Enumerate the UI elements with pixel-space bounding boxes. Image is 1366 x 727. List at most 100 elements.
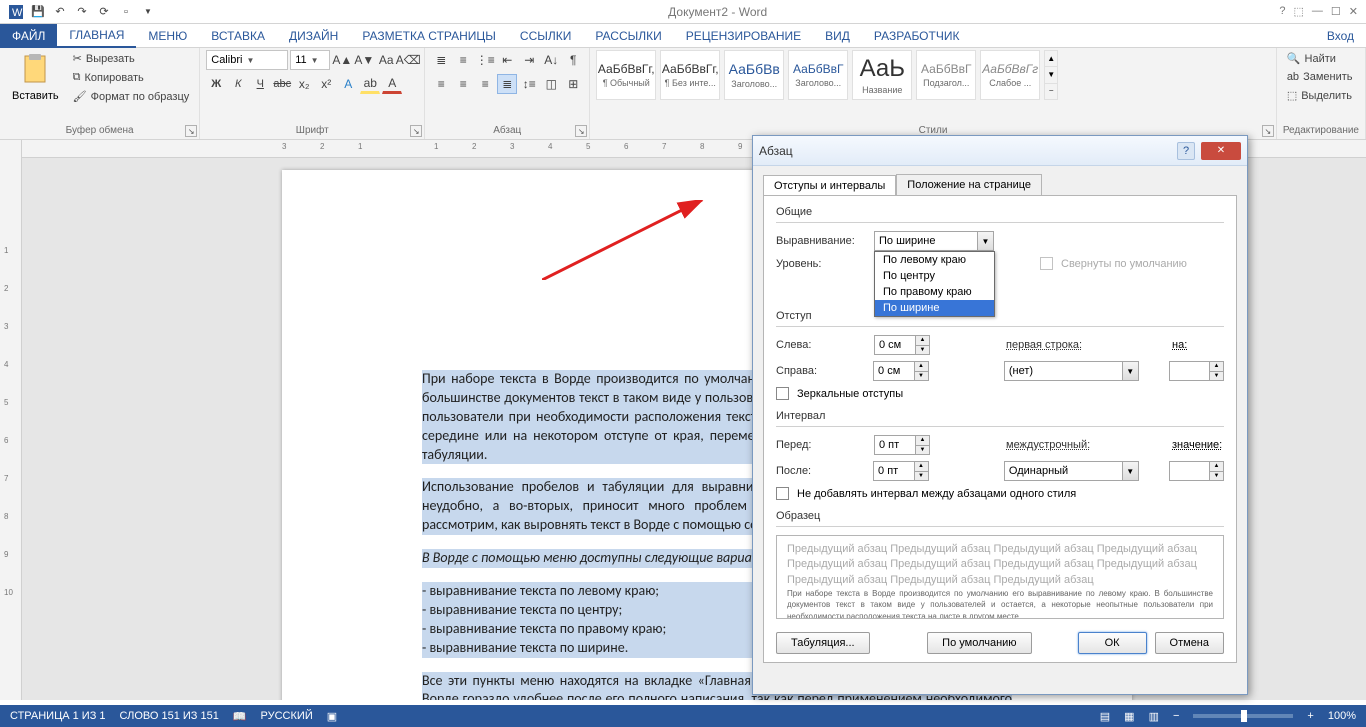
tab-view[interactable]: ВИД [813, 24, 862, 48]
tab-file[interactable]: ФАЙЛ [0, 24, 57, 48]
change-case-button[interactable]: Aa [376, 50, 396, 70]
line-spacing-button[interactable]: ↕≡ [519, 74, 539, 94]
style-5[interactable]: АаБбВвГПодзагол... [916, 50, 976, 100]
firstline-select[interactable]: (нет)▼ [1004, 361, 1139, 381]
superscript-button[interactable]: x² [316, 74, 336, 94]
ribbon-toggle-icon[interactable]: ⬚ [1294, 5, 1304, 18]
cut-button[interactable]: ✂Вырезать [69, 50, 194, 67]
proofing-icon[interactable]: 📖 [233, 710, 247, 723]
mirror-checkbox[interactable] [776, 387, 789, 400]
maximize-icon[interactable]: ☐ [1331, 5, 1341, 18]
view-print-icon[interactable]: ▦ [1124, 710, 1134, 723]
macro-icon[interactable]: ▣ [327, 710, 337, 723]
replace-button[interactable]: abЗаменить [1283, 69, 1357, 85]
sort-button[interactable]: A↓ [541, 50, 561, 70]
italic-button[interactable]: К [228, 74, 248, 94]
bullets-button[interactable]: ≣ [431, 50, 451, 70]
tab-design[interactable]: ДИЗАЙН [277, 24, 350, 48]
style-0[interactable]: АаБбВвГг,¶ Обычный [596, 50, 656, 100]
indent-left-input[interactable]: 0 см▲▼ [874, 335, 930, 355]
font-color-button[interactable]: A [382, 74, 402, 94]
repeat-icon[interactable]: ⟳ [96, 4, 112, 20]
align-left-button[interactable]: ≡ [431, 74, 451, 94]
align-justify-button[interactable]: ≣ [497, 74, 517, 94]
minimize-icon[interactable]: — [1312, 5, 1323, 18]
close-icon[interactable]: ✕ [1349, 5, 1358, 18]
undo-icon[interactable]: ↶ [52, 4, 68, 20]
tab-review[interactable]: РЕЦЕНЗИРОВАНИЕ [674, 24, 813, 48]
dialog-titlebar[interactable]: Абзац ? ✕ [753, 136, 1247, 166]
align-center-button[interactable]: ≡ [453, 74, 473, 94]
multilevel-button[interactable]: ⋮≡ [475, 50, 495, 70]
style-6[interactable]: АаБбВвГгСлабое ... [980, 50, 1040, 100]
styles-launcher[interactable]: ↘ [1262, 125, 1274, 137]
align-option-0[interactable]: По левому краю [875, 252, 994, 268]
tabulation-button[interactable]: Табуляция... [776, 632, 870, 654]
increase-indent-button[interactable]: ⇥ [519, 50, 539, 70]
tab-layout[interactable]: РАЗМЕТКА СТРАНИЦЫ [350, 24, 508, 48]
select-button[interactable]: ⬚Выделить [1283, 87, 1356, 104]
style-2[interactable]: АаБбВвЗаголово... [724, 50, 784, 100]
format-painter-button[interactable]: 🖌Формат по образцу [69, 88, 194, 105]
dialog-tab-position[interactable]: Положение на странице [896, 174, 1042, 195]
font-size-combo[interactable]: 11▼ [290, 50, 330, 70]
tab-references[interactable]: ССЫЛКИ [508, 24, 583, 48]
style-4[interactable]: АаЬНазвание [852, 50, 912, 100]
view-read-icon[interactable]: ▤ [1100, 710, 1110, 723]
bold-button[interactable]: Ж [206, 74, 226, 94]
zoom-out-button[interactable]: − [1173, 710, 1179, 722]
by-input[interactable]: ▲▼ [1169, 361, 1224, 381]
style-3[interactable]: АаБбВвГЗаголово... [788, 50, 848, 100]
value-input[interactable]: ▲▼ [1169, 461, 1224, 481]
dialog-close-button[interactable]: ✕ [1201, 142, 1241, 160]
zoom-slider[interactable] [1193, 714, 1293, 718]
before-input[interactable]: 0 пт▲▼ [874, 435, 930, 455]
dialog-help-button[interactable]: ? [1177, 142, 1195, 160]
status-page[interactable]: СТРАНИЦА 1 ИЗ 1 [10, 710, 106, 722]
cancel-button[interactable]: Отмена [1155, 632, 1224, 654]
line-spacing-select[interactable]: Одинарный▼ [1004, 461, 1139, 481]
highlight-button[interactable]: ab [360, 74, 380, 94]
clear-format-button[interactable]: A⌫ [398, 50, 418, 70]
status-words[interactable]: СЛОВО 151 ИЗ 151 [120, 710, 219, 722]
style-1[interactable]: АаБбВвГг,¶ Без инте... [660, 50, 720, 100]
show-marks-button[interactable]: ¶ [563, 50, 583, 70]
copy-button[interactable]: ⧉Копировать [69, 69, 194, 86]
underline-button[interactable]: Ч [250, 74, 270, 94]
borders-button[interactable]: ⊞ [563, 74, 583, 94]
new-icon[interactable]: ▫ [118, 4, 134, 20]
view-web-icon[interactable]: ▥ [1149, 710, 1159, 723]
align-option-1[interactable]: По центру [875, 268, 994, 284]
numbering-button[interactable]: ≡ [453, 50, 473, 70]
grow-font-button[interactable]: A▲ [332, 50, 352, 70]
alignment-select[interactable]: По ширине▼ По левому краюПо центруПо пра… [874, 231, 994, 251]
indent-right-input[interactable]: 0 см▲▼ [873, 361, 928, 381]
tab-menu[interactable]: Меню [136, 24, 199, 48]
paragraph-launcher[interactable]: ↘ [575, 125, 587, 137]
redo-icon[interactable]: ↷ [74, 4, 90, 20]
text-effects-button[interactable]: A [338, 74, 358, 94]
align-right-button[interactable]: ≡ [475, 74, 495, 94]
tab-home[interactable]: ГЛАВНАЯ [57, 24, 136, 48]
paste-button[interactable]: Вставить [6, 50, 65, 106]
shading-button[interactable]: ◫ [541, 74, 561, 94]
zoom-in-button[interactable]: + [1307, 710, 1313, 722]
shrink-font-button[interactable]: A▼ [354, 50, 374, 70]
tab-developer[interactable]: РАЗРАБОТЧИК [862, 24, 972, 48]
help-icon[interactable]: ? [1279, 5, 1285, 18]
noaddspace-checkbox[interactable] [776, 487, 789, 500]
status-language[interactable]: РУССКИЙ [261, 710, 313, 722]
strike-button[interactable]: abc [272, 74, 292, 94]
ruler-vertical[interactable]: 12345678910 [0, 140, 22, 700]
tab-mailings[interactable]: РАССЫЛКИ [583, 24, 673, 48]
qat-customize-icon[interactable]: ▼ [140, 4, 156, 20]
decrease-indent-button[interactable]: ⇤ [497, 50, 517, 70]
font-name-combo[interactable]: Calibri▼ [206, 50, 288, 70]
ok-button[interactable]: ОК [1078, 632, 1147, 654]
after-input[interactable]: 0 пт▲▼ [873, 461, 928, 481]
default-button[interactable]: По умолчанию [927, 632, 1031, 654]
align-option-2[interactable]: По правому краю [875, 284, 994, 300]
align-option-3[interactable]: По ширине [875, 300, 994, 316]
collapse-checkbox[interactable] [1040, 257, 1053, 270]
subscript-button[interactable]: x₂ [294, 74, 314, 94]
